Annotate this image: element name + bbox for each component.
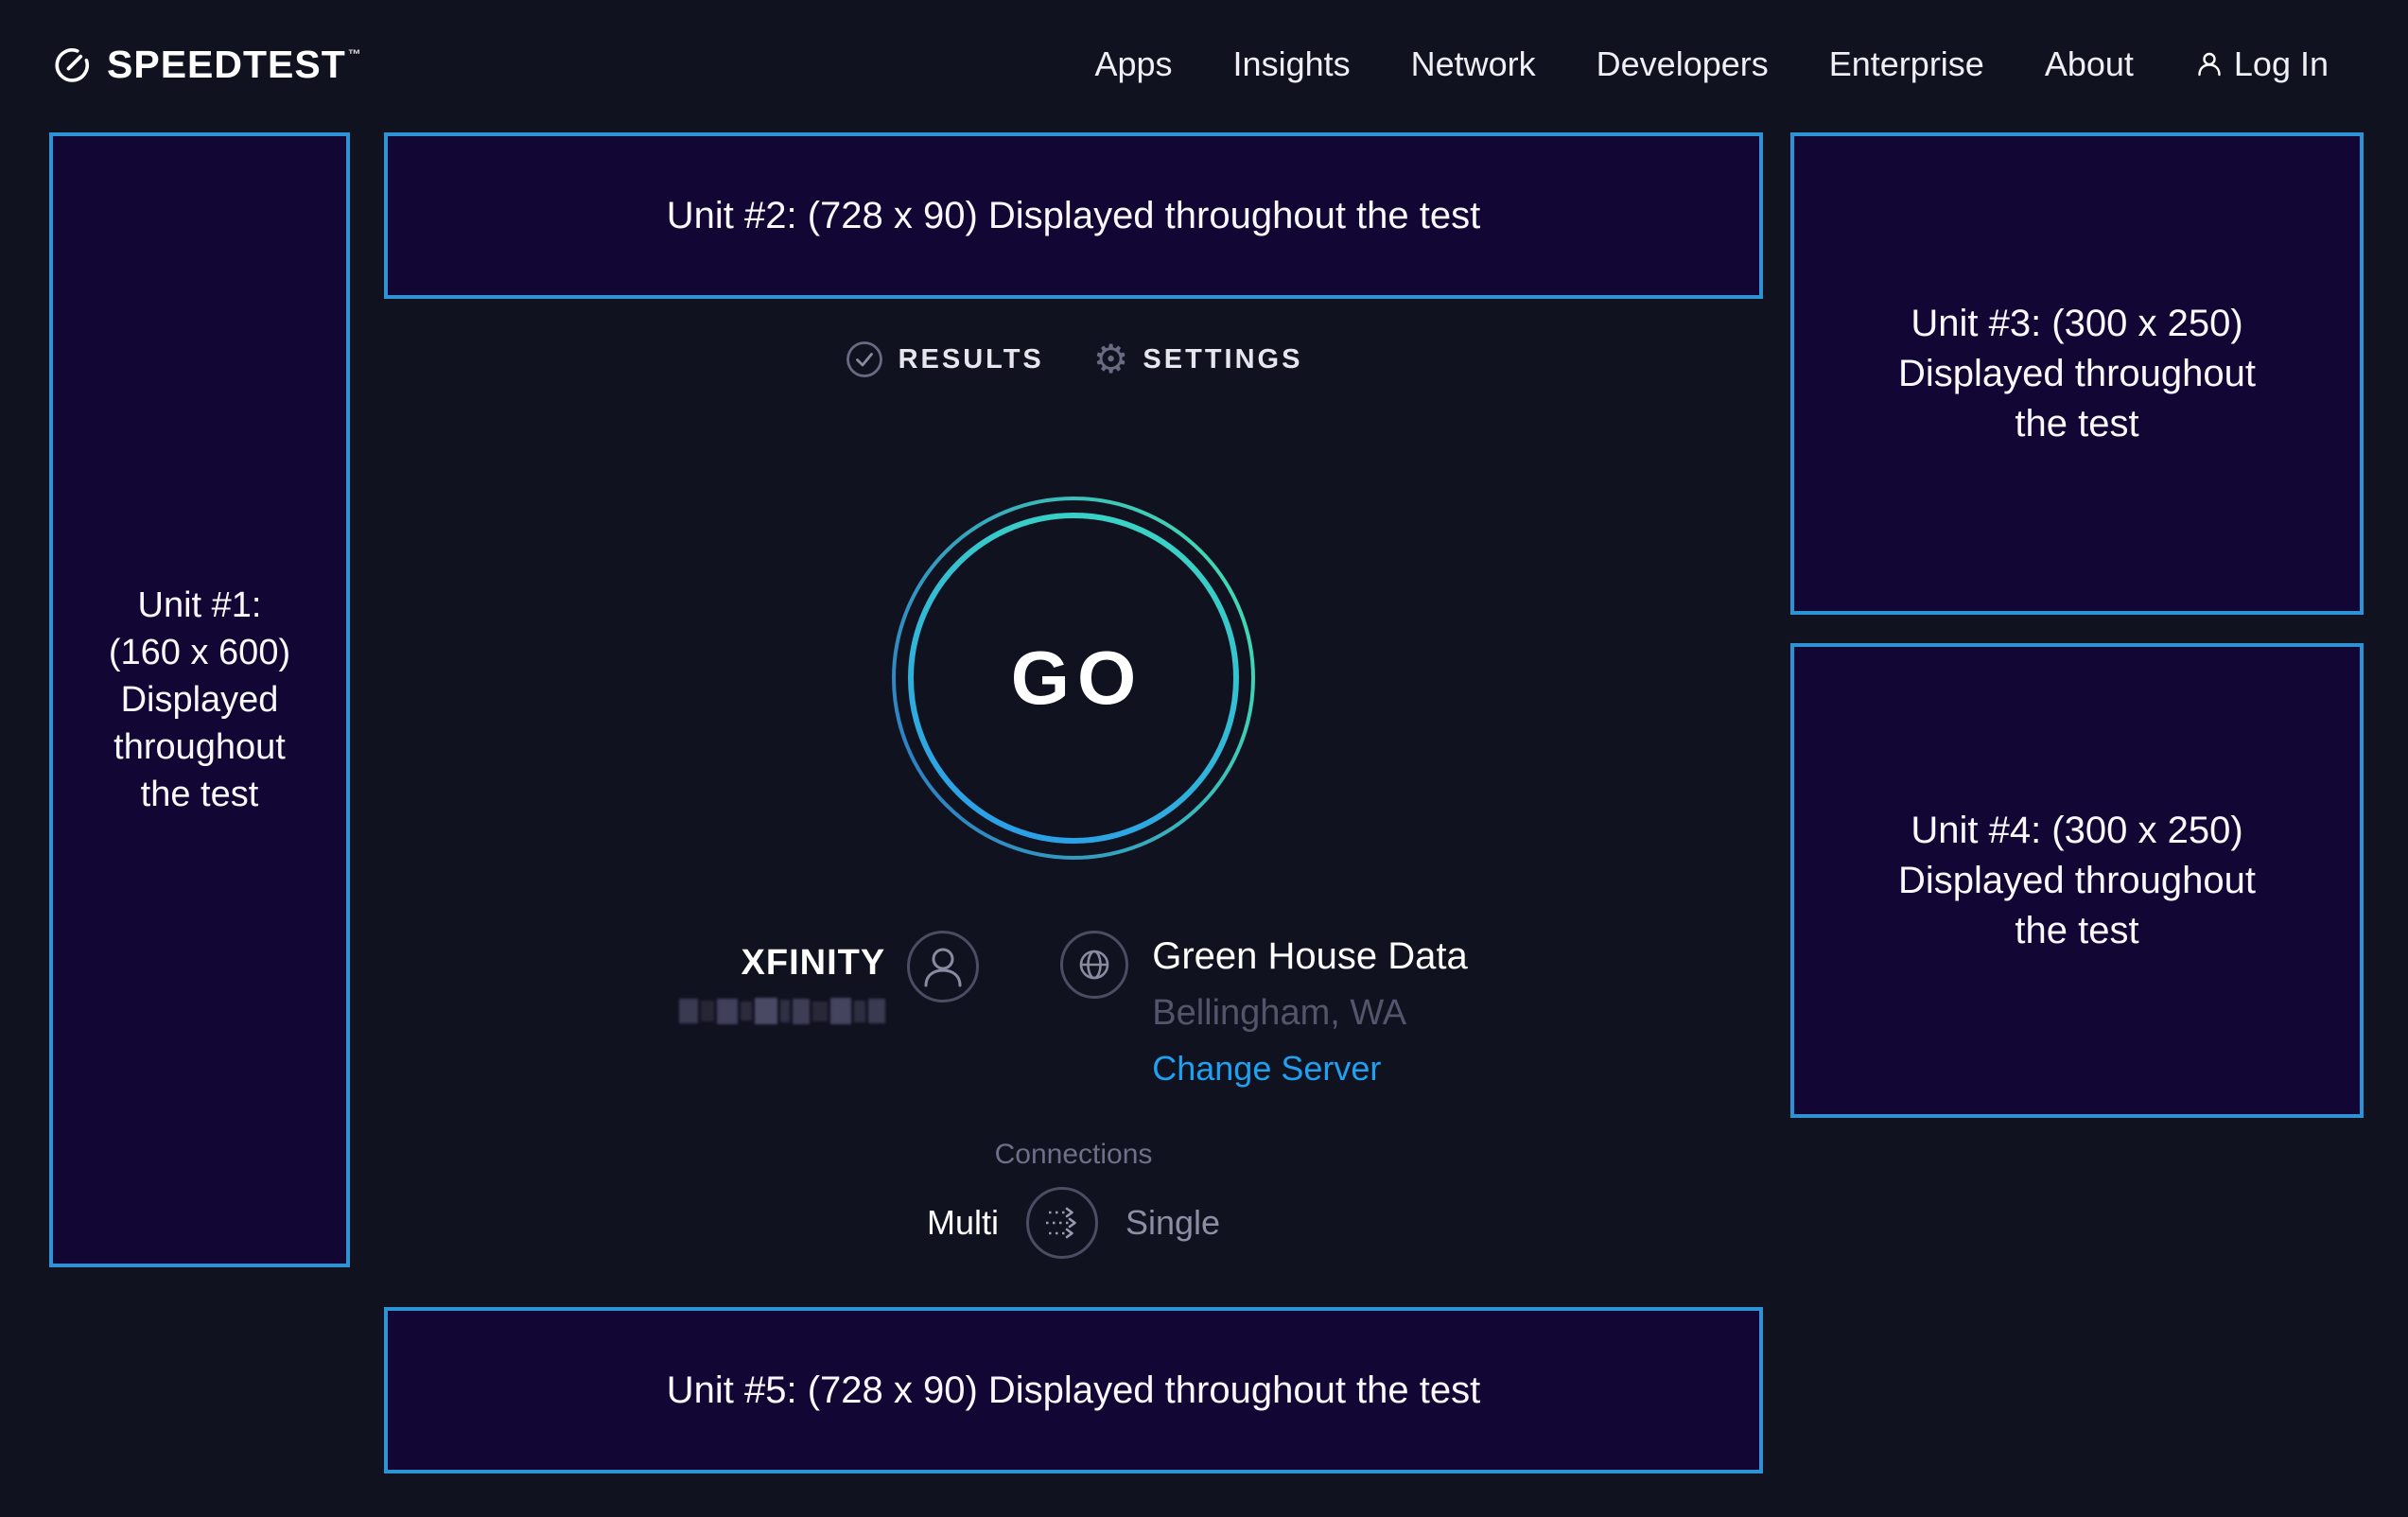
go-button[interactable]: GO [889, 494, 1258, 863]
ad-line: the test [141, 771, 259, 818]
gear-icon: ⚙ [1093, 340, 1129, 379]
ad-line: Unit #4: (300 x 250) [1911, 806, 2242, 856]
connections-toggle-icon[interactable] [1025, 1186, 1099, 1260]
connections-multi-label[interactable]: Multi [927, 1203, 999, 1243]
ad-unit-1[interactable]: Unit #1: (160 x 600) Displayed throughou… [49, 132, 350, 1267]
isp-name: XFINITY [742, 943, 886, 984]
ad-line: Displayed [121, 676, 279, 724]
speedtest-gauge-icon [52, 44, 92, 84]
ad-line: the test [2015, 906, 2138, 956]
server-name: Green House Data [1152, 935, 1468, 978]
change-server-link[interactable]: Change Server [1152, 1049, 1381, 1089]
ad-line: Unit #3: (300 x 250) [1911, 299, 2242, 349]
connections-toggle-row: Multi Single [384, 1186, 1763, 1260]
server-location: Bellingham, WA [1152, 993, 1406, 1034]
isp-ip-redacted [679, 997, 885, 1025]
ad-line: the test [2015, 399, 2138, 449]
connections-label: Connections [384, 1139, 1763, 1171]
speed-test-panel: RESULTS ⚙ SETTINGS GO [384, 0, 1763, 1517]
ad-line: Displayed throughout [1898, 349, 2256, 399]
check-circle-icon [845, 340, 884, 379]
login-button[interactable]: Log In [2194, 44, 2329, 84]
nav-item-about[interactable]: About [2045, 44, 2134, 84]
user-icon [2194, 49, 2225, 79]
tab-settings-label: SETTINGS [1143, 344, 1302, 375]
brand-trademark: ™ [348, 46, 362, 61]
connections-single-label[interactable]: Single [1125, 1203, 1220, 1243]
ad-line: Unit #1: [138, 582, 262, 629]
ad-unit-3[interactable]: Unit #3: (300 x 250) Displayed throughou… [1790, 132, 2364, 615]
globe-icon[interactable] [1059, 930, 1129, 1000]
person-icon[interactable] [906, 930, 980, 1003]
connection-info-row: XFINITY [384, 930, 1763, 1089]
nav-item-enterprise[interactable]: Enterprise [1829, 44, 1984, 84]
ad-line: throughout [113, 724, 286, 771]
tab-results[interactable]: RESULTS [845, 340, 1044, 379]
speedtest-logo[interactable]: SPEEDTEST ™ [52, 43, 362, 87]
isp-info: XFINITY [679, 930, 980, 1025]
ad-line: Displayed throughout [1898, 856, 2256, 906]
results-settings-tabs: RESULTS ⚙ SETTINGS [384, 337, 1763, 382]
login-label: Log In [2234, 44, 2329, 84]
brand-name: SPEEDTEST [107, 43, 346, 87]
ad-line: (160 x 600) [109, 629, 290, 676]
ad-unit-4[interactable]: Unit #4: (300 x 250) Displayed throughou… [1790, 643, 2364, 1118]
server-info: Green House Data Bellingham, WA Change S… [1059, 930, 1468, 1089]
tab-settings[interactable]: ⚙ SETTINGS [1093, 340, 1303, 379]
tab-results-label: RESULTS [899, 344, 1044, 375]
go-label: GO [889, 494, 1258, 863]
